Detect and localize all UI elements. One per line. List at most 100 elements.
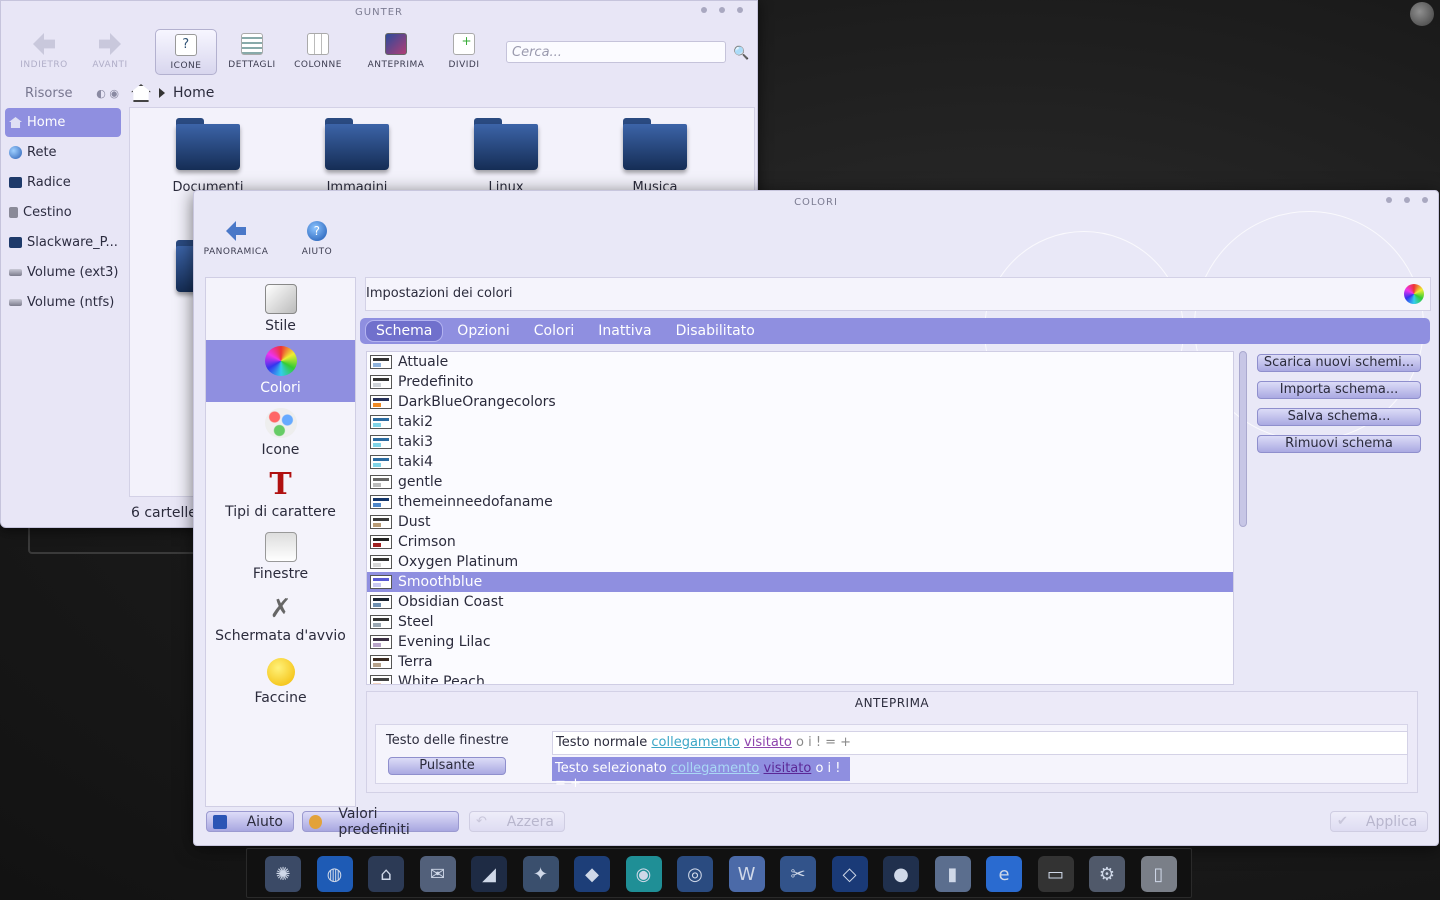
folder-item[interactable]: Musica [595, 118, 715, 195]
tab-options[interactable]: Opzioni [447, 321, 519, 341]
split-button[interactable]: + DIVIDI [433, 29, 495, 75]
preview-button[interactable]: Pulsante [388, 757, 506, 775]
help-button[interactable]: ? AIUTO [277, 221, 357, 265]
tab-colors[interactable]: Colori [524, 321, 584, 341]
breadcrumb-home[interactable]: Home [173, 85, 214, 101]
close-button[interactable] [737, 7, 743, 13]
minimize-button[interactable] [701, 7, 707, 13]
apply-label: Applica [1365, 813, 1418, 830]
tab-inactive[interactable]: Inattiva [588, 321, 661, 341]
scheme-item[interactable]: Predefinito [367, 372, 1233, 392]
preview-button[interactable]: ANTEPRIMA [365, 29, 427, 75]
maximize-button[interactable] [1404, 197, 1410, 203]
scheme-item[interactable]: Obsidian Coast [367, 592, 1233, 612]
sidebar-item-icons[interactable]: Icone [206, 402, 355, 464]
scheme-item[interactable]: taki2 [367, 412, 1233, 432]
scheme-item[interactable]: themeinneedofaname [367, 492, 1233, 512]
corner-widget[interactable] [1410, 2, 1434, 26]
folder-item[interactable]: Linux [446, 118, 566, 195]
panel-buttons-icon[interactable]: ◐ ◉ [96, 87, 119, 100]
maximize-button[interactable] [719, 7, 725, 13]
scheme-thumbnail-icon [370, 635, 392, 649]
settings-icon[interactable]: ⚙ [1089, 856, 1125, 892]
scheme-thumbnail-icon [370, 655, 392, 669]
forward-button[interactable]: AVANTI [79, 29, 141, 75]
overview-button[interactable]: PANORAMICA [196, 221, 276, 265]
notes-icon[interactable]: ▮ [934, 856, 971, 892]
window-controls[interactable] [701, 7, 743, 13]
scheme-item[interactable]: Crimson [367, 532, 1233, 552]
sidebar-item-emoticons[interactable]: Faccine [206, 650, 355, 712]
home-icon[interactable] [131, 84, 151, 102]
tab-schema[interactable]: Schema [365, 320, 444, 342]
kde-icon[interactable]: ✺ [265, 856, 301, 892]
scheme-item[interactable]: Dust [367, 512, 1233, 532]
scheme-item[interactable]: Attuale [367, 352, 1233, 372]
place-home[interactable]: Home [5, 108, 121, 137]
place-root[interactable]: Radice [5, 168, 121, 197]
sidebar-item-colors[interactable]: Colori [206, 340, 355, 402]
scheme-item[interactable]: White Peach [367, 672, 1233, 684]
help-bottom-button[interactable]: Aiuto [206, 811, 294, 832]
inkscape-icon[interactable]: ◆ [574, 856, 610, 892]
scrollbar-handle[interactable] [1239, 351, 1247, 527]
apply-button[interactable]: ✔ Applica [1330, 811, 1428, 832]
network-icon[interactable]: ✂ [780, 856, 816, 892]
search-input[interactable] [506, 41, 726, 63]
binoculars-icon[interactable]: 🔍 [733, 46, 749, 61]
scheme-item[interactable]: taki3 [367, 432, 1233, 452]
sidebar-item-fonts[interactable]: T Tipi di carattere [206, 464, 355, 526]
back-button[interactable]: INDIETRO [13, 29, 75, 75]
penguin-icon[interactable]: ◢ [471, 856, 507, 892]
scheme-label: taki3 [398, 434, 433, 450]
view-columns-button[interactable]: COLONNE [287, 29, 349, 75]
scheme-list-scrollbar[interactable] [1239, 351, 1247, 681]
close-button[interactable] [1422, 197, 1428, 203]
media-icon[interactable]: ◉ [625, 856, 662, 892]
tab-disabled[interactable]: Disabilitato [666, 321, 765, 341]
wine-icon[interactable]: W [728, 856, 765, 892]
scheme-item[interactable]: gentle [367, 472, 1233, 492]
scheme-item[interactable]: taki4 [367, 452, 1233, 472]
trash-icon[interactable]: ▯ [1140, 856, 1177, 892]
kopete-icon[interactable]: e [986, 856, 1022, 892]
view-details-button[interactable]: DETTAGLI [221, 29, 283, 75]
download-schemes-button[interactable]: Scarica nuovi schemi... [1257, 354, 1421, 372]
folder-item[interactable]: Documenti [148, 118, 268, 195]
gimp-icon[interactable]: ✦ [522, 856, 559, 892]
web-browser-icon[interactable]: ◍ [316, 856, 353, 892]
scheme-item[interactable]: Smoothblue [367, 572, 1233, 592]
scribus-icon[interactable]: ◇ [831, 856, 868, 892]
sidebar-item-style[interactable]: Stile [206, 278, 355, 340]
minimize-button[interactable] [1386, 197, 1392, 203]
home-folder-icon[interactable]: ⌂ [368, 856, 404, 892]
window-controls[interactable] [1386, 197, 1428, 203]
tux-icon[interactable]: ● [883, 856, 919, 892]
place-volume-ntfs[interactable]: Volume (ntfs) [5, 288, 121, 317]
place-volume-ext3[interactable]: Volume (ext3) [5, 258, 121, 287]
scheme-item[interactable]: Steel [367, 612, 1233, 632]
defaults-button[interactable]: Valori predefiniti [302, 806, 459, 838]
save-scheme-button[interactable]: Salva schema... [1257, 408, 1421, 426]
terminal-icon[interactable]: ▭ [1037, 856, 1074, 892]
scheme-item[interactable]: DarkBlueOrangecolors [367, 392, 1233, 412]
scheme-item[interactable]: Terra [367, 652, 1233, 672]
defaults-label: Valori predefiniti [338, 805, 410, 838]
blender-icon[interactable]: ◎ [677, 856, 713, 892]
scheme-thumbnail-icon [370, 575, 392, 589]
mail-icon[interactable]: ✉ [419, 856, 456, 892]
place-network[interactable]: Rete [5, 138, 121, 167]
sidebar-item-windows[interactable]: Finestre [206, 526, 355, 588]
import-scheme-button[interactable]: Importa schema... [1257, 381, 1421, 399]
place-trash[interactable]: Cestino [5, 198, 121, 227]
folder-item[interactable]: Immagini [297, 118, 417, 195]
scheme-item[interactable]: Evening Lilac [367, 632, 1233, 652]
scheme-thumbnail-icon [370, 555, 392, 569]
preview-label: ANTEPRIMA [367, 60, 425, 70]
view-icons-button[interactable]: ? ICONE [155, 29, 217, 75]
remove-scheme-button[interactable]: Rimuovi schema [1257, 435, 1421, 453]
reset-button[interactable]: ↶ Azzera [469, 811, 565, 832]
place-slackware[interactable]: Slackware_P... [5, 228, 121, 257]
sidebar-item-splash[interactable]: ✗ Schermata d'avvio [206, 588, 355, 650]
scheme-item[interactable]: Oxygen Platinum [367, 552, 1233, 572]
